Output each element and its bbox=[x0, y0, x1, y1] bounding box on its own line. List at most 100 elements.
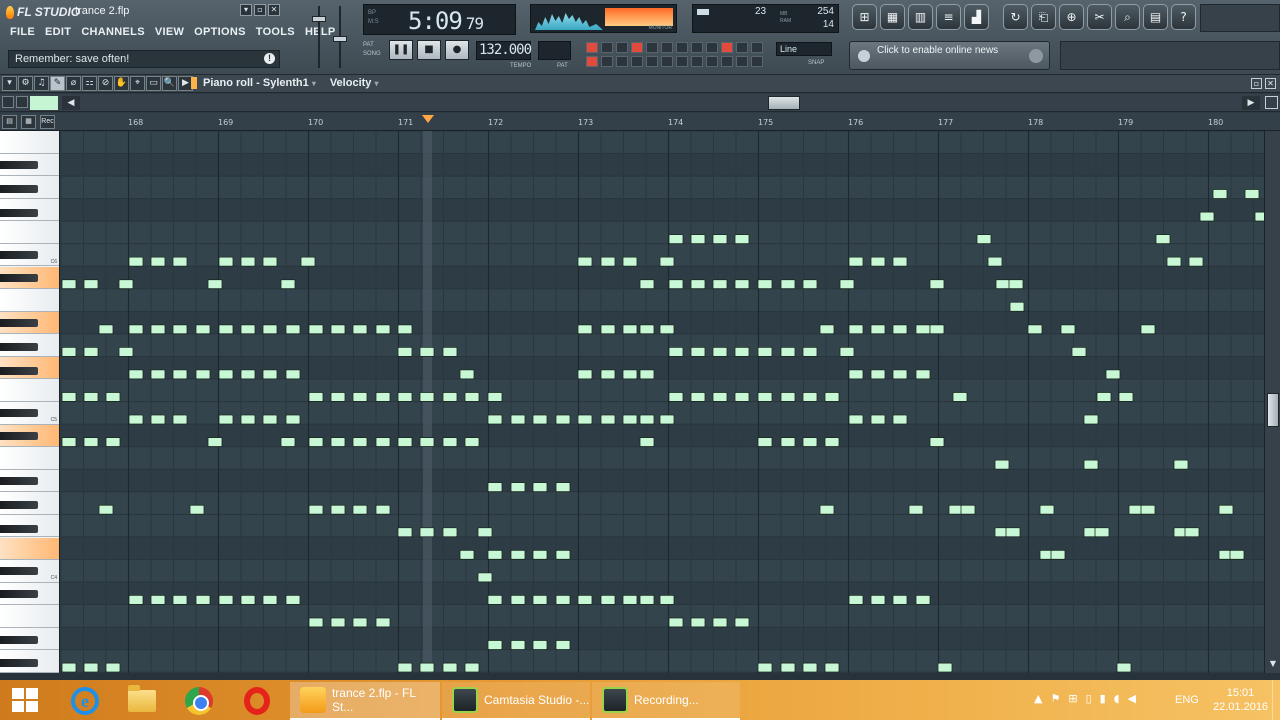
mute-icon[interactable]: ⊘ bbox=[98, 76, 113, 91]
note[interactable] bbox=[870, 369, 886, 380]
snap-tool-icon[interactable] bbox=[601, 42, 613, 53]
snap-tool-icon[interactable] bbox=[631, 42, 643, 53]
note[interactable] bbox=[442, 392, 458, 402]
menu-edit[interactable]: EDIT bbox=[45, 26, 71, 38]
note[interactable] bbox=[442, 346, 458, 357]
note[interactable] bbox=[639, 414, 655, 425]
tools-menu-icon[interactable]: ⚙ bbox=[18, 76, 33, 91]
note[interactable] bbox=[464, 392, 480, 402]
note[interactable] bbox=[802, 392, 818, 402]
master-volume-slider[interactable] bbox=[312, 6, 326, 68]
note[interactable] bbox=[668, 346, 684, 357]
note[interactable] bbox=[308, 392, 324, 402]
note[interactable] bbox=[1199, 211, 1215, 222]
note[interactable] bbox=[98, 504, 114, 515]
note[interactable] bbox=[1254, 211, 1264, 222]
note[interactable] bbox=[757, 662, 773, 673]
piano-black-key[interactable] bbox=[0, 524, 38, 533]
note[interactable] bbox=[352, 437, 368, 447]
note[interactable] bbox=[1105, 369, 1121, 380]
paint-icon[interactable]: ⌀ bbox=[66, 76, 81, 91]
note[interactable] bbox=[61, 437, 77, 447]
note[interactable] bbox=[240, 324, 256, 335]
piano-white-key[interactable] bbox=[0, 379, 59, 402]
zoom-icon[interactable]: ▭ bbox=[146, 76, 161, 91]
note[interactable] bbox=[712, 279, 728, 290]
note[interactable] bbox=[908, 504, 924, 515]
note[interactable] bbox=[487, 482, 503, 493]
note[interactable] bbox=[668, 392, 684, 402]
note[interactable] bbox=[510, 482, 526, 493]
note[interactable] bbox=[802, 662, 818, 673]
note[interactable] bbox=[300, 256, 316, 267]
note[interactable] bbox=[600, 594, 616, 605]
note[interactable] bbox=[83, 346, 99, 357]
brush-icon[interactable] bbox=[16, 96, 28, 108]
piano-black-key[interactable] bbox=[0, 408, 38, 417]
note[interactable] bbox=[802, 346, 818, 357]
device-icon[interactable]: ▯ bbox=[1086, 692, 1092, 705]
document-icon[interactable]: ▤ bbox=[1143, 4, 1168, 30]
note[interactable] bbox=[1060, 324, 1076, 335]
note[interactable] bbox=[1173, 459, 1189, 470]
taskbar-app-recording[interactable]: Recording... bbox=[592, 682, 740, 720]
note[interactable] bbox=[397, 527, 413, 538]
restore-button[interactable]: ▫ bbox=[254, 4, 266, 16]
note[interactable] bbox=[98, 324, 114, 335]
piano-white-key[interactable] bbox=[0, 289, 59, 312]
note[interactable] bbox=[285, 324, 301, 335]
piano-roll-icon[interactable]: ▥ bbox=[908, 4, 933, 30]
magnify-icon[interactable]: 🔍 bbox=[162, 76, 177, 91]
note[interactable] bbox=[577, 256, 593, 267]
note[interactable] bbox=[690, 234, 706, 244]
note[interactable] bbox=[712, 346, 728, 357]
note[interactable] bbox=[61, 392, 77, 402]
note[interactable] bbox=[639, 437, 655, 447]
channel-arrow-icon[interactable] bbox=[191, 77, 197, 89]
note[interactable] bbox=[577, 594, 593, 605]
note[interactable] bbox=[61, 279, 77, 290]
note[interactable] bbox=[757, 279, 773, 290]
snap-tool-icon[interactable] bbox=[676, 56, 688, 67]
note[interactable] bbox=[105, 392, 121, 402]
note[interactable] bbox=[397, 346, 413, 357]
note[interactable] bbox=[262, 369, 278, 380]
snap-tool-icon[interactable] bbox=[676, 42, 688, 53]
note[interactable] bbox=[600, 324, 616, 335]
note[interactable] bbox=[195, 594, 211, 605]
note[interactable] bbox=[668, 279, 684, 290]
note[interactable] bbox=[419, 346, 435, 357]
system-clock[interactable]: 15:01 22.01.2016 bbox=[1213, 686, 1268, 714]
windows-icon[interactable]: ⊞ bbox=[1068, 692, 1077, 705]
piano-white-key[interactable] bbox=[0, 221, 59, 244]
snap-select[interactable]: Line bbox=[776, 42, 832, 56]
note[interactable] bbox=[150, 414, 166, 425]
note[interactable] bbox=[892, 369, 908, 380]
step-sequencer-icon[interactable]: ▦ bbox=[880, 4, 905, 30]
note[interactable] bbox=[622, 594, 638, 605]
note[interactable] bbox=[195, 324, 211, 335]
note[interactable] bbox=[734, 234, 750, 244]
note[interactable] bbox=[172, 414, 188, 425]
note[interactable] bbox=[600, 414, 616, 425]
note[interactable] bbox=[929, 437, 945, 447]
note[interactable] bbox=[577, 414, 593, 425]
playback-marker-icon[interactable] bbox=[422, 115, 434, 123]
piano-white-key[interactable] bbox=[0, 131, 59, 154]
note[interactable] bbox=[280, 437, 296, 447]
note[interactable] bbox=[780, 662, 796, 673]
note[interactable] bbox=[375, 504, 391, 515]
note[interactable] bbox=[937, 662, 953, 673]
note[interactable] bbox=[600, 369, 616, 380]
stop-button[interactable]: ■ bbox=[417, 40, 441, 60]
note[interactable] bbox=[734, 346, 750, 357]
snap-tool-icon[interactable] bbox=[646, 42, 658, 53]
snap-tool-icon[interactable] bbox=[646, 56, 658, 67]
note[interactable] bbox=[757, 437, 773, 447]
note[interactable] bbox=[622, 369, 638, 380]
note[interactable] bbox=[577, 324, 593, 335]
piano-black-key[interactable] bbox=[0, 208, 38, 217]
minimize-button[interactable]: ▾ bbox=[240, 4, 252, 16]
note[interactable] bbox=[639, 324, 655, 335]
note[interactable] bbox=[330, 324, 346, 335]
